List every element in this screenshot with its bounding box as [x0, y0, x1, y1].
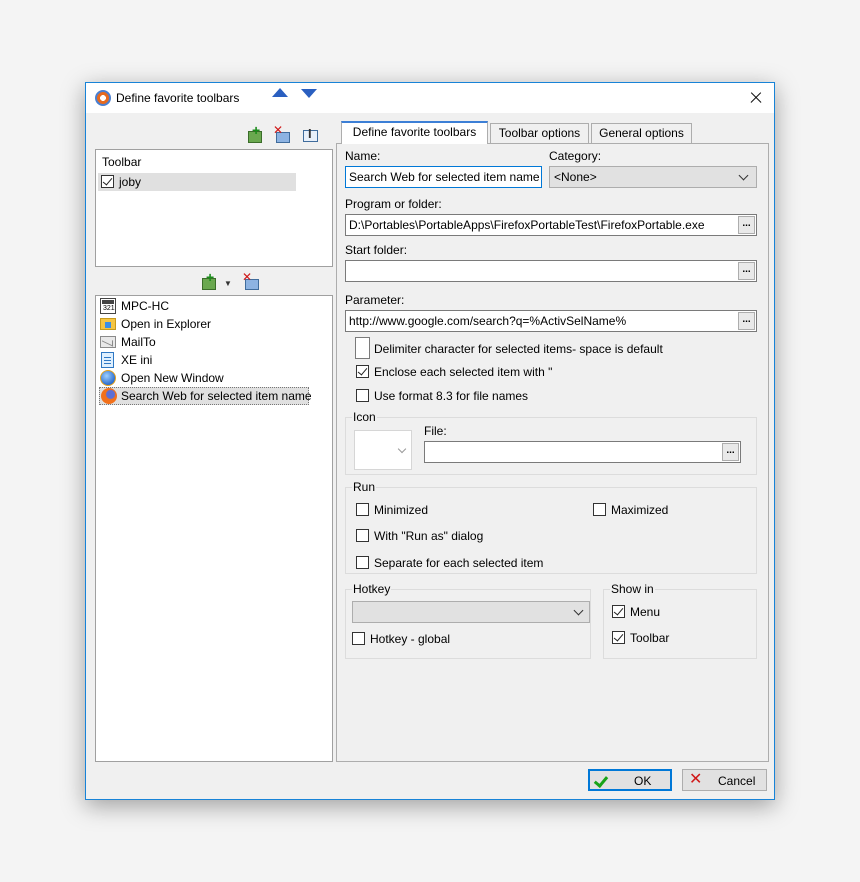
add-command-icon[interactable] — [200, 269, 218, 290]
format83-label: Use format 8.3 for file names — [374, 389, 529, 403]
move-up-icon[interactable] — [272, 88, 288, 97]
toolbar-joby-checkbox[interactable] — [101, 175, 114, 188]
category-select[interactable]: <None> — [549, 166, 757, 188]
minimized-checkbox[interactable] — [356, 503, 369, 516]
delete-command-icon[interactable] — [242, 270, 260, 290]
name-label: Name: — [345, 149, 381, 163]
delete-toolbar-icon[interactable] — [273, 123, 291, 143]
browse-start-folder-button[interactable]: ... — [738, 262, 755, 280]
cancel-button[interactable]: ✕ Cancel — [682, 769, 767, 791]
maximized-checkbox[interactable] — [593, 503, 606, 516]
icon-file-input[interactable]: ... — [424, 441, 741, 463]
browse-program-button[interactable]: ... — [738, 216, 755, 234]
parameter-input[interactable]: http://www.google.com/search?q=%ActivSel… — [345, 310, 757, 332]
toolbars-list[interactable]: Toolbar joby — [95, 149, 333, 267]
category-value: <None> — [554, 170, 597, 184]
program-input[interactable]: D:\Portables\PortableApps\FirefoxPortabl… — [345, 214, 757, 236]
title-bar: Define favorite toolbars — [86, 83, 774, 113]
show-in-group: Show in Menu Toolbar — [603, 582, 757, 659]
start-folder-label: Start folder: — [345, 243, 408, 257]
chevron-down-icon — [738, 170, 749, 181]
cancel-x-icon: ✕ — [689, 771, 703, 788]
rename-toolbar-icon[interactable] — [301, 126, 319, 142]
hotkey-global-checkbox[interactable] — [352, 632, 365, 645]
hotkey-select[interactable] — [352, 601, 590, 623]
folder-icon — [100, 318, 116, 330]
format83-checkbox[interactable] — [356, 389, 369, 402]
list-item[interactable]: joby — [98, 173, 296, 191]
list-item-label: Search Web for selected item name — [121, 389, 312, 403]
move-down-icon[interactable] — [301, 89, 317, 98]
minimized-label: Minimized — [374, 503, 429, 517]
start-folder-input[interactable]: ... — [345, 260, 757, 282]
category-label: Category: — [549, 149, 602, 163]
browse-icon-file-button[interactable]: ... — [722, 443, 739, 461]
list-item-label: MPC-HC — [121, 299, 169, 313]
commands-list[interactable]: 321 MPC-HC Open in Explorer MailTo XE in… — [95, 295, 333, 762]
ok-label: OK — [634, 774, 652, 788]
hotkey-group-title: Hotkey — [352, 582, 392, 596]
separate-checkbox[interactable] — [356, 556, 369, 569]
notepad-icon — [101, 352, 114, 368]
window-title: Define favorite toolbars — [116, 91, 240, 105]
app-icon — [95, 90, 111, 106]
list-item-label: MailTo — [121, 335, 156, 349]
close-icon[interactable] — [744, 86, 768, 110]
list-item-label: joby — [119, 175, 142, 189]
enclose-label: Enclose each selected item with " — [374, 365, 553, 379]
tab-content-pane: Name: Search Web for selected item name … — [336, 143, 769, 762]
list-item-label: Open in Explorer — [121, 317, 212, 331]
list-item-selected[interactable]: Search Web for selected item name — [99, 387, 312, 405]
parameter-value: http://www.google.com/search?q=%ActivSel… — [349, 314, 627, 328]
program-value: D:\Portables\PortableApps\FirefoxPortabl… — [349, 218, 705, 232]
run-group-title: Run — [352, 480, 377, 494]
maximized-label: Maximized — [611, 503, 669, 517]
firefox-icon — [101, 388, 117, 404]
show-in-group-title: Show in — [610, 582, 655, 596]
mpc-icon: 321 — [100, 298, 116, 314]
ok-button[interactable]: OK — [588, 769, 672, 791]
run-as-checkbox[interactable] — [356, 529, 369, 542]
dialog-window: Define favorite toolbars Toolbar joby ▼ … — [85, 82, 775, 800]
file-label: File: — [424, 424, 447, 438]
toolbars-list-header: Toolbar — [102, 155, 142, 169]
tab-define-favorite-toolbars[interactable]: Define favorite toolbars — [341, 121, 488, 144]
show-in-menu-checkbox[interactable] — [612, 605, 625, 618]
globe-icon — [100, 370, 116, 386]
add-toolbar-icon[interactable] — [246, 122, 264, 143]
parameter-label: Parameter: — [345, 293, 405, 307]
show-in-toolbar-label: Toolbar — [630, 631, 670, 645]
program-label: Program or folder: — [345, 197, 442, 211]
chevron-down-icon — [573, 605, 584, 616]
tab-general-options[interactable]: General options — [591, 123, 692, 144]
icon-picker[interactable] — [354, 430, 412, 470]
add-dropdown-icon[interactable]: ▼ — [224, 279, 232, 288]
list-item-label: Open New Window — [121, 371, 224, 385]
run-group: Run Minimized Maximized With "Run as" di… — [345, 480, 757, 574]
icon-group-title: Icon — [352, 410, 377, 424]
cancel-label: Cancel — [718, 774, 756, 788]
delimiter-input[interactable] — [355, 337, 370, 359]
browse-parameter-button[interactable]: ... — [738, 312, 755, 330]
run-as-label: With "Run as" dialog — [374, 529, 484, 543]
hotkey-global-label: Hotkey - global — [370, 632, 451, 646]
checkmark-icon — [593, 772, 609, 789]
separate-label: Separate for each selected item — [374, 556, 544, 570]
show-in-toolbar-checkbox[interactable] — [612, 631, 625, 644]
enclose-checkbox[interactable] — [356, 365, 369, 378]
show-in-menu-label: Menu — [630, 605, 661, 619]
hotkey-group: Hotkey Hotkey - global — [345, 582, 591, 659]
tab-toolbar-options[interactable]: Toolbar options — [490, 123, 589, 144]
mail-icon — [100, 335, 116, 348]
name-input[interactable]: Search Web for selected item name — [345, 166, 542, 188]
list-item-label: XE ini — [121, 353, 153, 367]
delimiter-label: Delimiter character for selected items- … — [374, 342, 663, 356]
icon-group: Icon File: ... — [345, 410, 757, 475]
chevron-down-icon — [397, 444, 407, 454]
